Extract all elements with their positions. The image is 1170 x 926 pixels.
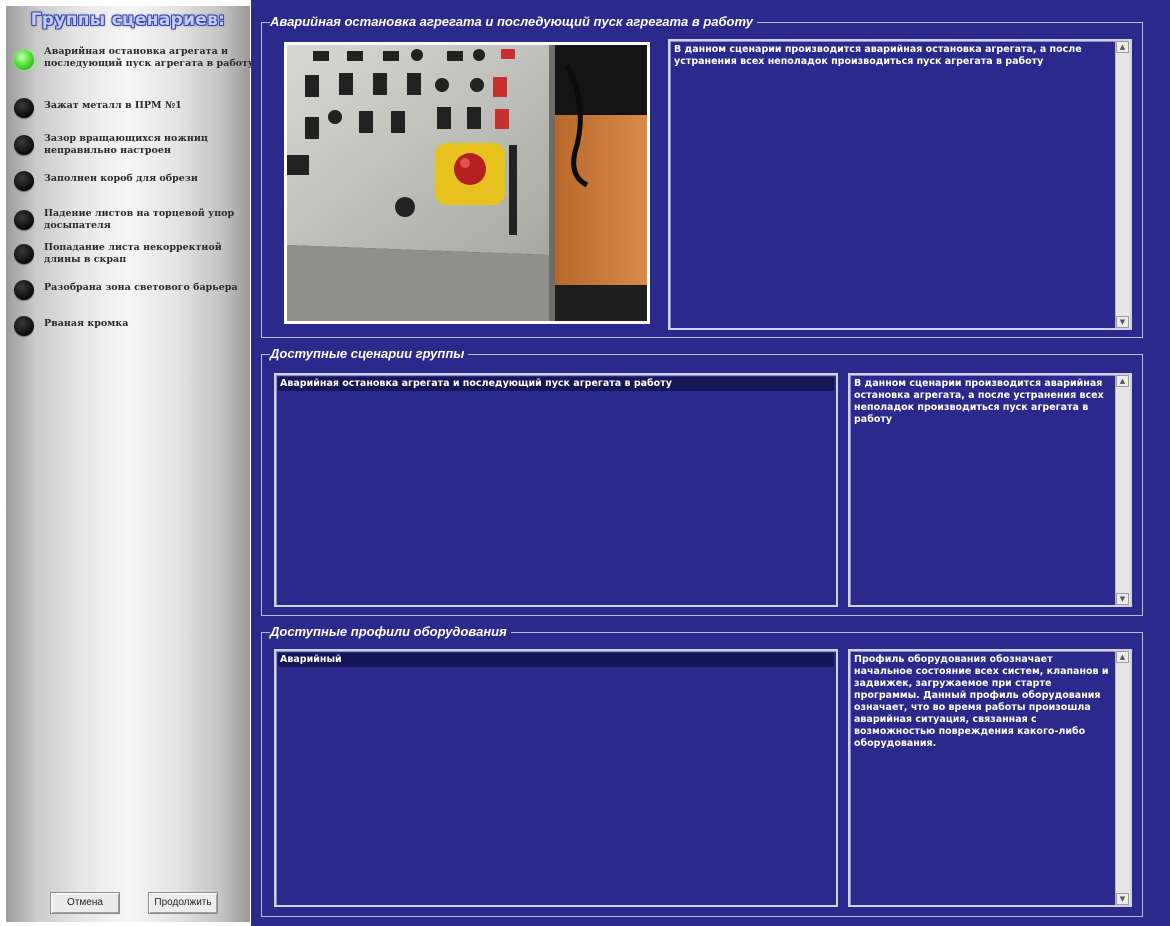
inactive-indicator-icon <box>14 316 34 336</box>
available-scenarios-group: Доступные сценарии группы Аварийная оста… <box>261 345 1143 616</box>
equipment-profiles-title: Доступные профили оборудования <box>270 623 511 640</box>
inactive-indicator-icon <box>14 135 34 155</box>
description-scrollbar[interactable]: ▲ ▼ <box>1115 375 1130 605</box>
sidebar-title: Группы сценариев: <box>30 10 226 30</box>
scenario-description-box[interactable]: В данном сценарии производится аварийная… <box>848 373 1132 607</box>
scenario-label: Попадание листа некорректной длины в скр… <box>44 242 222 265</box>
scenario-groups-sidebar: Группы сценариев: Аварийная остановка аг… <box>6 6 254 922</box>
scenario-description-text: В данном сценарии производится аварийная… <box>854 378 1104 425</box>
inactive-indicator-icon <box>14 210 34 230</box>
inactive-indicator-icon <box>14 171 34 191</box>
scenario-label: Зазор вращающихся ножниц неправильно нас… <box>44 133 208 156</box>
profiles-list[interactable]: Аварийный <box>274 649 838 907</box>
scenario-label: Разобрана зона светового барьера <box>44 282 238 293</box>
current-scenario-group: Аварийная остановка агрегата и последующ… <box>261 13 1143 338</box>
profile-list-item[interactable]: Аварийный <box>278 653 834 667</box>
scroll-down-icon[interactable]: ▼ <box>1116 593 1129 605</box>
active-indicator-icon <box>14 50 34 70</box>
scroll-down-icon[interactable]: ▼ <box>1116 893 1129 905</box>
scenario-label: Падение листов на торцевой упор досыпате… <box>44 208 235 231</box>
scenario-label: Рваная кромка <box>44 318 129 329</box>
continue-button[interactable]: Продолжить <box>148 892 218 914</box>
current-scenario-title: Аварийная остановка агрегата и последующ… <box>270 13 757 30</box>
main-area: Аварийная остановка агрегата и последующ… <box>251 0 1170 926</box>
scroll-up-icon[interactable]: ▲ <box>1116 651 1129 663</box>
scenario-list-item[interactable]: Аварийная остановка агрегата и последующ… <box>278 377 834 391</box>
scroll-down-icon[interactable]: ▼ <box>1116 316 1129 328</box>
available-scenarios-title: Доступные сценарии группы <box>270 345 469 362</box>
profile-description-text: Профиль оборудования обозначает начально… <box>854 654 1109 749</box>
scenario-label: Заполнен короб для обрези <box>44 173 198 184</box>
description-scrollbar[interactable]: ▲ ▼ <box>1115 651 1130 905</box>
scenario-photo <box>284 42 650 324</box>
scroll-up-icon[interactable]: ▲ <box>1116 375 1129 387</box>
inactive-indicator-icon <box>14 244 34 264</box>
control-panel-image <box>287 45 647 321</box>
description-scrollbar[interactable]: ▲ ▼ <box>1115 41 1130 328</box>
inactive-indicator-icon <box>14 280 34 300</box>
scenario-label: Аварийная остановка агрегата и последующ… <box>44 46 254 69</box>
scenario-label: Зажат металл в ПРМ №1 <box>44 100 182 111</box>
scenarios-list[interactable]: Аварийная остановка агрегата и последующ… <box>274 373 838 607</box>
inactive-indicator-icon <box>14 98 34 118</box>
current-description-box[interactable]: В данном сценарии производится аварийная… <box>668 39 1132 330</box>
profile-description-box[interactable]: Профиль оборудования обозначает начально… <box>848 649 1132 907</box>
equipment-profiles-group: Доступные профили оборудования Аварийный… <box>261 623 1143 917</box>
scroll-up-icon[interactable]: ▲ <box>1116 41 1129 53</box>
current-description-text: В данном сценарии производится аварийная… <box>674 44 1082 67</box>
cancel-button[interactable]: Отмена <box>50 892 120 914</box>
